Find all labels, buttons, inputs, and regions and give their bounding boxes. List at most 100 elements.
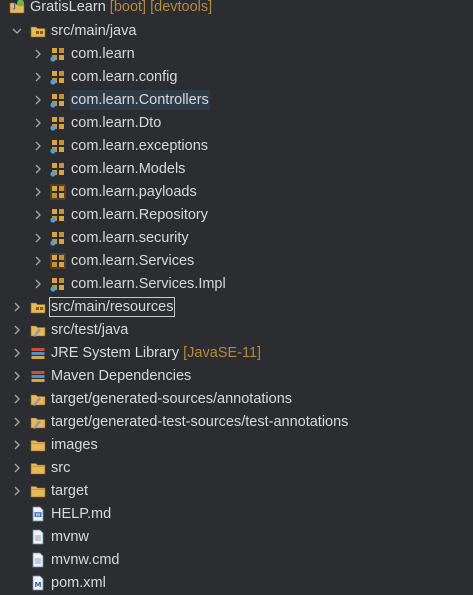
- generated-folder-icon: [30, 414, 46, 430]
- file-label: mvnw.cmd: [51, 552, 120, 568]
- tree-row-package-selected[interactable]: com.learn.Controllers: [0, 88, 473, 111]
- src-main-java-label: src/main/java: [51, 23, 137, 39]
- chevron-right-icon[interactable]: [11, 485, 23, 497]
- chevron-right-icon[interactable]: [32, 278, 44, 290]
- tree-row-src[interactable]: src: [0, 456, 473, 479]
- tree-row-generated-test-sources[interactable]: target/generated-test-sources/test-annot…: [0, 410, 473, 433]
- jre-decoration: [JavaSE-11]: [183, 345, 262, 361]
- tree-row-package[interactable]: com.learn.Dto: [0, 111, 473, 134]
- project-explorer-tree: GratisLearn [boot] [devtools] src/main/j…: [0, 0, 473, 595]
- markdown-file-icon: [30, 506, 46, 522]
- package-label: com.learn.exceptions: [71, 138, 209, 154]
- src-label: src: [51, 460, 71, 476]
- maven-pom-file-icon: [30, 575, 46, 591]
- test-source-folder-icon: [30, 322, 46, 338]
- tree-row-src-test-java[interactable]: src/test/java: [0, 318, 473, 341]
- package-label: com.learn.config: [71, 69, 178, 85]
- maven-label: Maven Dependencies: [51, 368, 192, 384]
- package-icon: [50, 230, 66, 246]
- jre-name: JRE System Library: [51, 345, 180, 361]
- tree-row-package[interactable]: com.learn.exceptions: [0, 134, 473, 157]
- chevron-right-icon[interactable]: [32, 209, 44, 221]
- package-icon: [50, 115, 66, 131]
- generated-test-sources-label: target/generated-test-sources/test-annot…: [51, 414, 349, 430]
- tree-row-target[interactable]: target: [0, 479, 473, 502]
- package-label: com.learn.security: [71, 230, 189, 246]
- tree-row-src-main-java[interactable]: src/main/java: [0, 19, 473, 42]
- chevron-right-icon[interactable]: [11, 324, 23, 336]
- chevron-right-icon[interactable]: [32, 163, 44, 175]
- package-label: com.learn.Dto: [71, 115, 162, 131]
- chevron-right-icon[interactable]: [11, 347, 23, 359]
- tree-row-package[interactable]: com.learn.Services: [0, 249, 473, 272]
- tree-row-project[interactable]: GratisLearn [boot] [devtools]: [0, 0, 473, 19]
- library-icon: [30, 368, 46, 384]
- package-icon: [50, 92, 66, 108]
- tree-row-maven-dependencies[interactable]: Maven Dependencies: [0, 364, 473, 387]
- project-name: GratisLearn: [30, 0, 106, 15]
- target-label: target: [51, 483, 89, 499]
- library-icon: [30, 345, 46, 361]
- file-label: pom.xml: [51, 575, 106, 591]
- tree-row-package[interactable]: com.learn.security: [0, 226, 473, 249]
- images-label: images: [51, 437, 98, 453]
- project-label: GratisLearn [boot] [devtools]: [30, 0, 212, 17]
- chevron-right-icon[interactable]: [11, 393, 23, 405]
- tree-row-package[interactable]: com.learn.config: [0, 65, 473, 88]
- text-file-icon: [30, 552, 46, 568]
- chevron-right-icon[interactable]: [32, 255, 44, 267]
- chevron-right-icon[interactable]: [11, 416, 23, 428]
- tree-row-file[interactable]: HELP.md: [0, 502, 473, 525]
- text-file-icon: [30, 529, 46, 545]
- src-test-java-label: src/test/java: [51, 322, 129, 338]
- chevron-right-icon[interactable]: [32, 140, 44, 152]
- tree-row-package[interactable]: com.learn.Models: [0, 157, 473, 180]
- package-icon: [50, 161, 66, 177]
- package-icon: [50, 207, 66, 223]
- file-label: HELP.md: [51, 506, 112, 522]
- package-label: com.learn.Services: [71, 253, 195, 269]
- chevron-right-icon[interactable]: [32, 94, 44, 106]
- tree-row-package[interactable]: com.learn.Repository: [0, 203, 473, 226]
- project-decoration: [boot] [devtools]: [109, 0, 213, 15]
- tree-row-src-main-resources[interactable]: src/main/resources: [0, 295, 473, 318]
- tree-row-generated-sources[interactable]: target/generated-sources/annotations: [0, 387, 473, 410]
- package-label: com.learn.Repository: [71, 207, 208, 223]
- tree-row-package[interactable]: com.learn: [0, 42, 473, 65]
- chevron-right-icon[interactable]: [11, 301, 23, 313]
- chevron-right-icon[interactable]: [11, 439, 23, 451]
- package-icon: [50, 253, 66, 269]
- jre-label: JRE System Library [JavaSE-11]: [51, 343, 261, 363]
- folder-icon: [30, 437, 46, 453]
- chevron-right-icon[interactable]: [32, 71, 44, 83]
- package-label: com.learn: [71, 46, 135, 62]
- chevron-right-icon[interactable]: [32, 117, 44, 129]
- chevron-right-icon[interactable]: [32, 186, 44, 198]
- package-label: com.learn.Services.Impl: [71, 276, 226, 292]
- project-icon: [9, 0, 25, 15]
- tree-row-file[interactable]: pom.xml: [0, 571, 473, 594]
- chevron-right-icon[interactable]: [32, 48, 44, 60]
- tree-row-jre-library[interactable]: JRE System Library [JavaSE-11]: [0, 341, 473, 364]
- package-label: com.learn.payloads: [71, 184, 197, 200]
- package-icon: [50, 184, 66, 200]
- chevron-right-icon[interactable]: [11, 370, 23, 382]
- tree-row-file[interactable]: mvnw.cmd: [0, 548, 473, 571]
- src-main-resources-label: src/main/resources: [49, 297, 176, 317]
- folder-icon: [30, 483, 46, 499]
- tree-row-images[interactable]: images: [0, 433, 473, 456]
- generated-folder-icon: [30, 391, 46, 407]
- package-icon: [50, 46, 66, 62]
- package-icon: [50, 138, 66, 154]
- chevron-down-icon[interactable]: [11, 25, 23, 37]
- tree-row-package[interactable]: com.learn.Services.Impl: [0, 272, 473, 295]
- folder-icon: [30, 460, 46, 476]
- generated-sources-label: target/generated-sources/annotations: [51, 391, 293, 407]
- package-icon: [50, 69, 66, 85]
- chevron-right-icon[interactable]: [11, 462, 23, 474]
- package-label: com.learn.Controllers: [70, 90, 210, 110]
- tree-row-file[interactable]: mvnw: [0, 525, 473, 548]
- chevron-right-icon[interactable]: [32, 232, 44, 244]
- file-label: mvnw: [51, 529, 89, 545]
- tree-row-package[interactable]: com.learn.payloads: [0, 180, 473, 203]
